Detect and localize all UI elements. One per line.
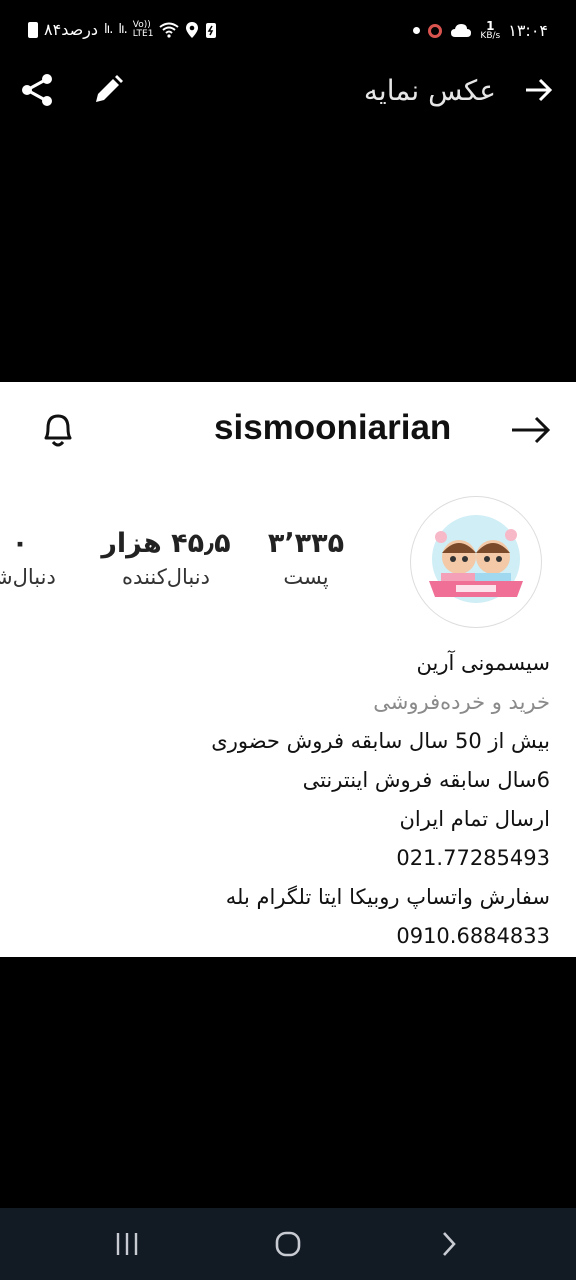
nav-back-button[interactable] [438,1230,460,1258]
ig-bio: سیسمونی آرین خرید و خرده‌فروشی بیش از 50… [10,644,550,956]
followers-count: ۴۵٫۵ هزار [101,528,231,559]
battery-text: ۸۴درصد [44,20,99,39]
posts-count: ۳٬۳۳۵ [267,528,345,559]
pencil-icon [96,75,123,102]
home-icon [275,1231,301,1257]
stat-following[interactable]: ۰ دنبال‌شو [0,528,80,589]
net-speed: 1 KB/s [480,19,501,41]
status-bar: ۸۴درصد lı. lı. Vo)) LTE1 1 KB/s ۱۳:۰۴ [0,0,576,64]
home-button[interactable] [274,1230,302,1258]
baby-logo-icon [429,515,523,603]
ig-header: sismooniarian [0,382,576,472]
location-icon [186,21,199,38]
ig-username: sismooniarian [214,408,452,447]
notification-dot-icon [413,27,421,34]
signal-icon-2: lı. [118,22,127,37]
app-notification-icon [428,23,443,38]
wifi-icon [159,22,180,38]
bio-name: سیسمونی آرین [416,651,551,675]
posts-label: پست [283,565,329,589]
bio-line: بیش از 50 سال سابقه فروش حضوری [211,729,550,753]
edit-button[interactable] [88,70,128,110]
status-right: 1 KB/s ۱۳:۰۴ [413,20,548,41]
bio-line: 6سال سابقه فروش اینترنتی [302,768,550,792]
bio-phone: 021.77285493 [396,846,550,870]
status-left: ۸۴درصد lı. lı. Vo)) LTE1 [28,20,217,39]
volte-icon: Vo)) LTE1 [132,19,154,39]
bio-phone: 0910.6884833 [396,924,550,948]
bell-icon [38,408,78,450]
stat-followers[interactable]: ۴۵٫۵ هزار دنبال‌کننده [96,528,236,589]
signal-icon: lı. [104,22,113,37]
stat-posts[interactable]: ۳٬۳۳۵ پست [258,528,354,589]
recents-button[interactable] [114,1232,140,1256]
recents-icon [116,1233,138,1255]
clock: ۱۳:۰۴ [508,21,548,40]
battery-saver-icon [206,22,217,38]
share-button[interactable] [18,70,58,110]
share-icon [22,74,52,106]
app-bar: عکس نمایه [0,64,576,120]
ig-avatar [410,496,542,628]
following-label: دنبال‌شو [0,565,56,589]
chevron-right-icon [443,1232,456,1256]
bio-line: ارسال تمام ایران [399,807,551,831]
bio-category: خرید و خرده‌فروشی [373,690,550,714]
profile-photo[interactable]: sismooniarian ۳٬۳۳۵ پست ۴۵٫۵ هزار دنبال‌… [0,382,576,957]
cloud-sync-icon [451,23,472,37]
followers-label: دنبال‌کننده [122,565,210,589]
back-button[interactable] [520,72,556,108]
following-count: ۰ [11,528,29,559]
page-title: عکس نمایه [363,74,496,107]
battery-icon [28,21,38,38]
bio-line: سفارش واتساپ روبیکا ایتا تلگرام بله [225,885,550,909]
system-nav-bar [0,1208,576,1280]
arrow-right-icon [526,78,553,102]
ig-arrow-right-icon [510,412,552,448]
